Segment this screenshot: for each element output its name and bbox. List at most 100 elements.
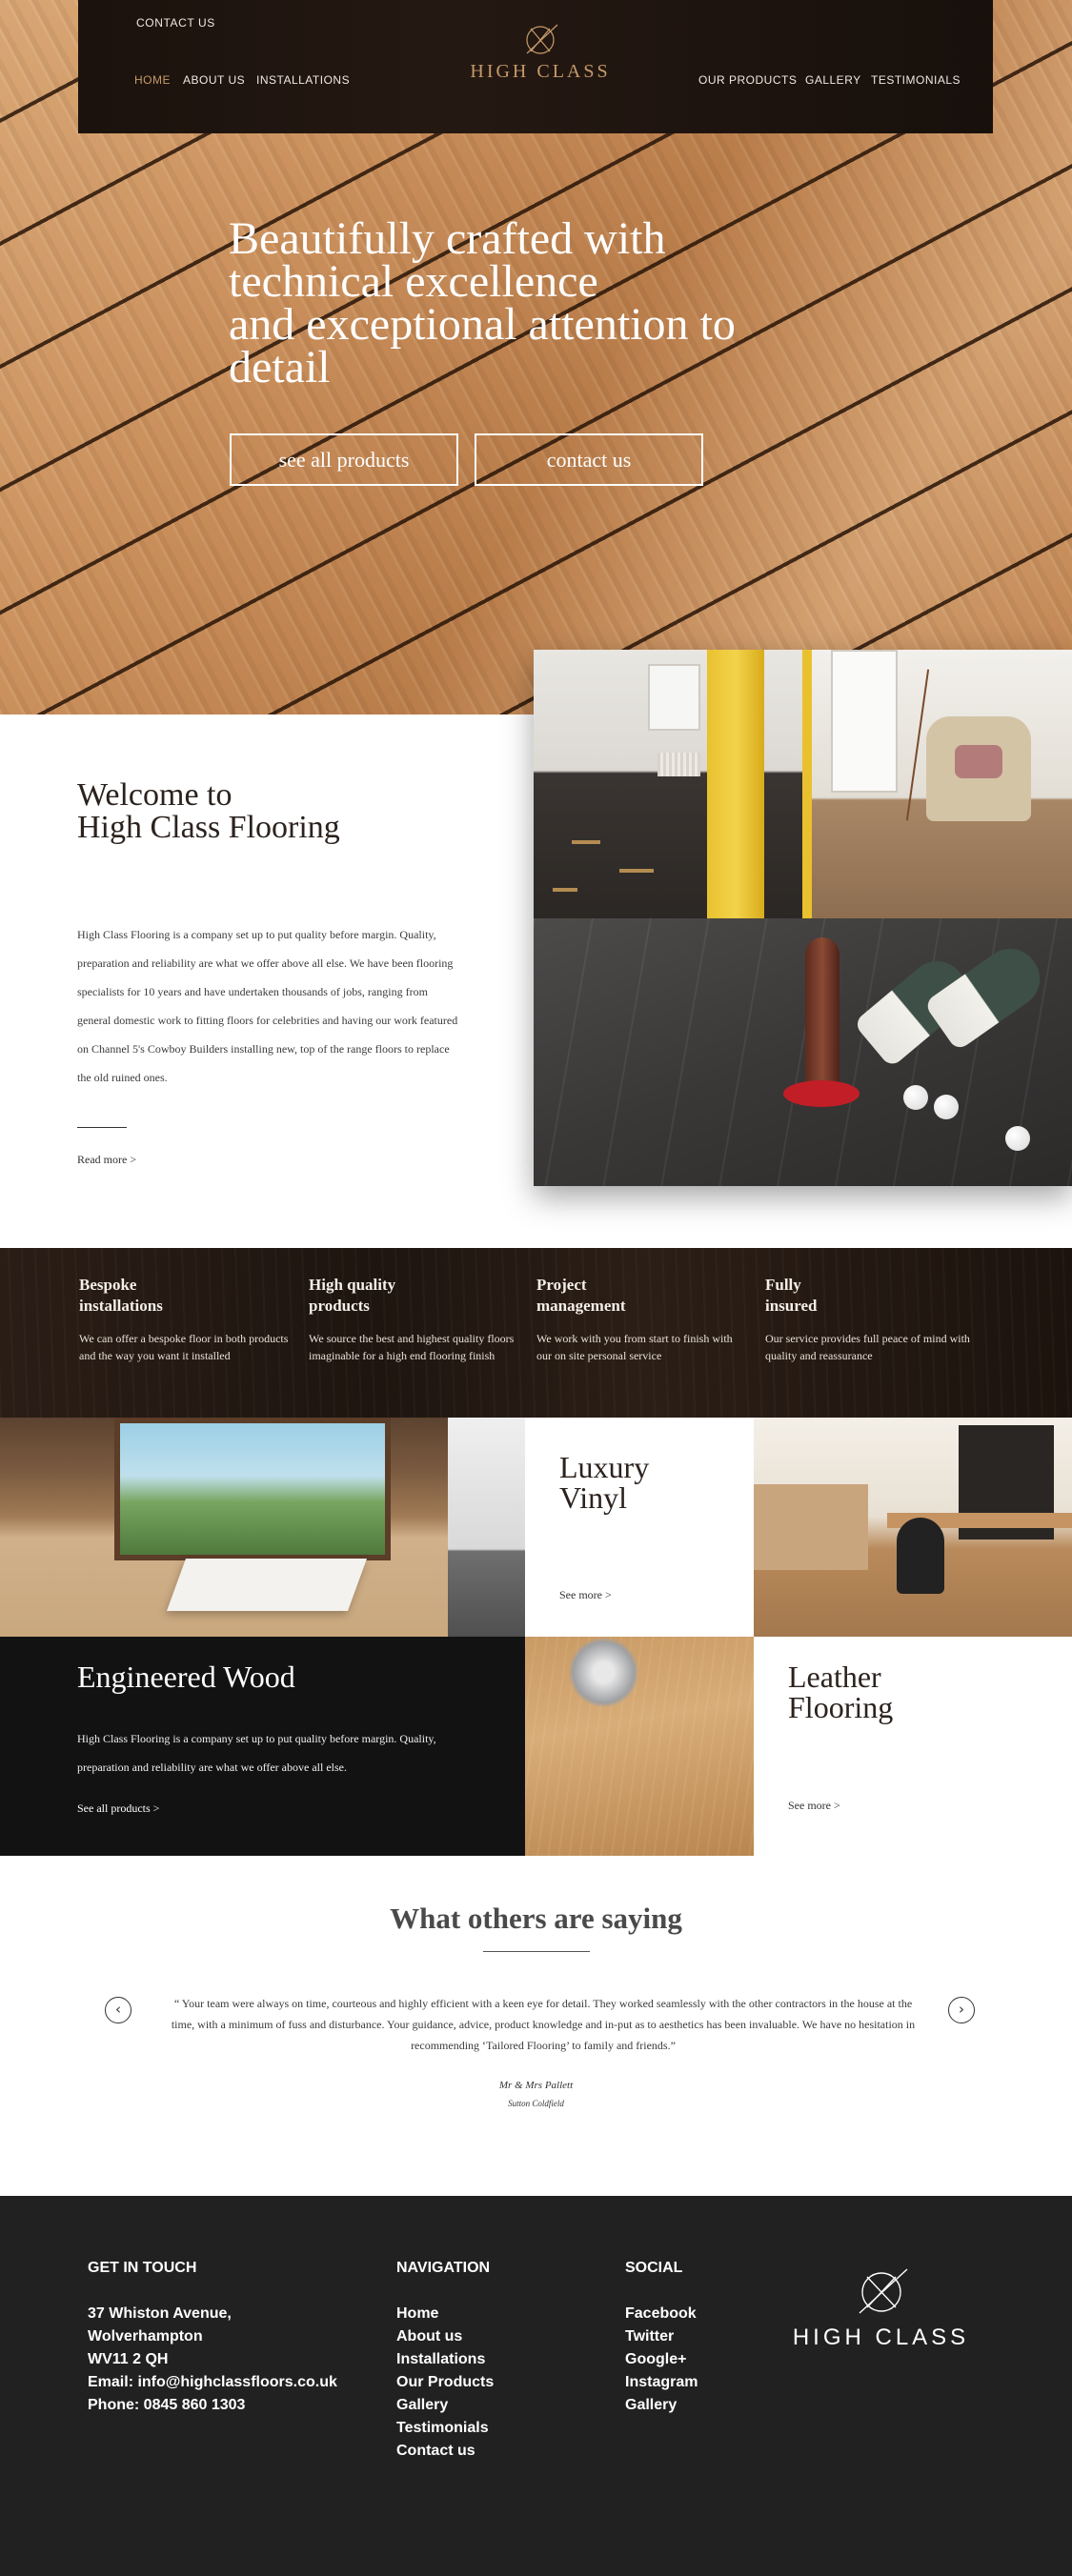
- feature-title-line: High quality: [309, 1276, 396, 1294]
- hallway-photo: [534, 650, 802, 918]
- feature-text: Our service provides full peace of mind …: [765, 1332, 970, 1362]
- feature-title: Project management: [536, 1275, 746, 1317]
- footer-email[interactable]: Email: info@highclassfloors.co.uk: [88, 2371, 337, 2394]
- footer-address-line: Wolverhampton: [88, 2328, 203, 2345]
- nav-about-us[interactable]: ABOUT US: [183, 73, 245, 87]
- feature-insured: Fully insured Our service provides full …: [765, 1275, 975, 1364]
- footer-logo-text: HIGH CLASS: [792, 2324, 970, 2350]
- floor-stripe: [572, 840, 600, 844]
- golf-ball-shape: [1005, 1126, 1030, 1151]
- feature-title-line: Fully: [765, 1276, 801, 1294]
- footer-nav-our-products[interactable]: Our Products: [396, 2371, 494, 2394]
- footer-nav-gallery[interactable]: Gallery: [396, 2394, 494, 2417]
- golf-ball-shape: [934, 1095, 959, 1119]
- rug-shape: [166, 1559, 368, 1611]
- footer-nav-contact-us[interactable]: Contact us: [396, 2440, 494, 2463]
- footer: GET IN TOUCH 37 Whiston Avenue, Wolverha…: [0, 2196, 1072, 2576]
- feature-title-line: Project: [536, 1276, 587, 1294]
- golf-shoes-photo: [534, 918, 1072, 1186]
- footer-address-line: 37 Whiston Avenue,: [88, 2305, 232, 2322]
- footer-nav-testimonials[interactable]: Testimonials: [396, 2417, 494, 2440]
- feature-text: We can offer a bespoke floor in both pro…: [79, 1332, 289, 1362]
- luxury-vinyl-title: Luxury Vinyl: [559, 1452, 649, 1513]
- product-title-line: Flooring: [788, 1690, 894, 1724]
- feature-text: We source the best and highest quality f…: [309, 1332, 515, 1362]
- testimonials-divider: [483, 1951, 590, 1952]
- window-shape: [648, 664, 700, 731]
- welcome-body: High Class Flooring is a company set up …: [77, 928, 458, 1084]
- footer-nav-installations[interactable]: Installations: [396, 2348, 494, 2371]
- welcome-title: Welcome to High Class Flooring: [77, 779, 496, 844]
- cushion-shape: [955, 745, 1002, 778]
- contact-us-button[interactable]: contact us: [475, 433, 703, 486]
- chair-shape: [897, 1518, 944, 1594]
- footer-social-google-plus[interactable]: Google+: [625, 2348, 698, 2371]
- shoe-shape: [923, 937, 1051, 1052]
- logo-mark-icon: [859, 2268, 907, 2314]
- footer-contact-heading: GET IN TOUCH: [88, 2260, 197, 2276]
- welcome-title-line: Welcome to: [77, 777, 233, 813]
- footer-social-gallery[interactable]: Gallery: [625, 2394, 698, 2417]
- footer-social-list: Facebook Twitter Google+ Instagram Galle…: [625, 2303, 698, 2417]
- feature-title-line: products: [309, 1297, 370, 1315]
- engineered-wood-text: High Class Flooring is a company set up …: [77, 1732, 436, 1774]
- statue-base-shape: [783, 1080, 860, 1107]
- footer-contact-details: 37 Whiston Avenue, Wolverhampton WV11 2 …: [88, 2303, 337, 2417]
- contact-us-top-link[interactable]: CONTACT US: [136, 16, 215, 30]
- product-title-line: Vinyl: [559, 1480, 627, 1515]
- fireplace-shape: [448, 1418, 525, 1637]
- welcome-title-line: High Class Flooring: [77, 810, 340, 845]
- footer-nav-home[interactable]: Home: [396, 2303, 494, 2325]
- nav-our-products[interactable]: OUR PRODUCTS: [698, 73, 797, 87]
- leather-flooring-card[interactable]: Leather Flooring See more >: [754, 1637, 1072, 1856]
- kitchen-photo: [754, 1418, 1072, 1637]
- footer-phone[interactable]: Phone: 0845 860 1303: [88, 2394, 337, 2417]
- garden-window-shape: [114, 1418, 391, 1560]
- footer-social-instagram[interactable]: Instagram: [625, 2371, 698, 2394]
- floor-stripe: [553, 888, 577, 892]
- testimonial-location: Sutton Coldfield: [508, 2099, 564, 2108]
- testimonials-title: What others are saying: [390, 1902, 682, 1935]
- footer-social-facebook[interactable]: Facebook: [625, 2303, 698, 2325]
- golfer-statue-shape: [805, 937, 839, 1090]
- testimonial-quote: “ Your team were always on time, courteo…: [171, 1997, 916, 2052]
- feature-title-line: insured: [765, 1297, 818, 1315]
- footer-logo[interactable]: HIGH CLASS: [774, 2265, 988, 2351]
- luxury-vinyl-card[interactable]: Luxury Vinyl See more >: [525, 1418, 754, 1637]
- nav-testimonials[interactable]: TESTIMONIALS: [871, 73, 961, 87]
- hero-title-line: and exceptional attention to: [229, 299, 736, 350]
- header-logo[interactable]: HIGH CLASS: [459, 21, 621, 83]
- luxury-vinyl-see-more-link[interactable]: See more >: [559, 1588, 612, 1602]
- feature-title-line: Bespoke: [79, 1276, 137, 1294]
- silver-ornament-shape: [568, 1637, 639, 1708]
- footer-navigation-heading: NAVIGATION: [396, 2260, 491, 2276]
- feature-title-line: management: [536, 1297, 626, 1315]
- footer-nav-about-us[interactable]: About us: [396, 2325, 494, 2348]
- footer-social-heading: SOCIAL: [625, 2260, 683, 2276]
- window-shape: [831, 650, 898, 793]
- feature-title-line: installations: [79, 1297, 163, 1315]
- read-more-link[interactable]: Read more >: [77, 1153, 136, 1167]
- leather-flooring-title: Leather Flooring: [788, 1661, 893, 1722]
- leather-flooring-see-more-link[interactable]: See more >: [788, 1799, 840, 1813]
- chevron-left-icon[interactable]: ‹: [105, 1997, 131, 2023]
- footer-navigation-list: Home About us Installations Our Products…: [396, 2303, 494, 2463]
- nav-gallery[interactable]: GALLERY: [805, 73, 861, 87]
- see-all-products-link[interactable]: See all products >: [77, 1801, 159, 1816]
- feature-quality: High quality products We source the best…: [309, 1275, 518, 1364]
- hero-section: CONTACT US HOME ABOUT US INSTALLATIONS H…: [0, 0, 1072, 714]
- yellow-wall-shape: [802, 650, 812, 918]
- nav-home[interactable]: HOME: [134, 73, 171, 87]
- see-all-products-button[interactable]: see all products: [230, 433, 458, 486]
- feature-project-management: Project management We work with you from…: [536, 1275, 746, 1364]
- hero-title: Beautifully crafted with technical excel…: [229, 216, 819, 391]
- feature-title: Fully insured: [765, 1275, 975, 1317]
- testimonial-author: Mr & Mrs Pallett: [498, 2080, 574, 2091]
- feature-text: We work with you from start to finish wi…: [536, 1332, 733, 1362]
- welcome-divider: [77, 1127, 127, 1128]
- yellow-wall-shape: [707, 650, 764, 918]
- chevron-right-icon[interactable]: ›: [948, 1997, 975, 2023]
- nav-installations[interactable]: INSTALLATIONS: [256, 73, 350, 87]
- feature-title: High quality products: [309, 1275, 518, 1317]
- footer-social-twitter[interactable]: Twitter: [625, 2325, 698, 2348]
